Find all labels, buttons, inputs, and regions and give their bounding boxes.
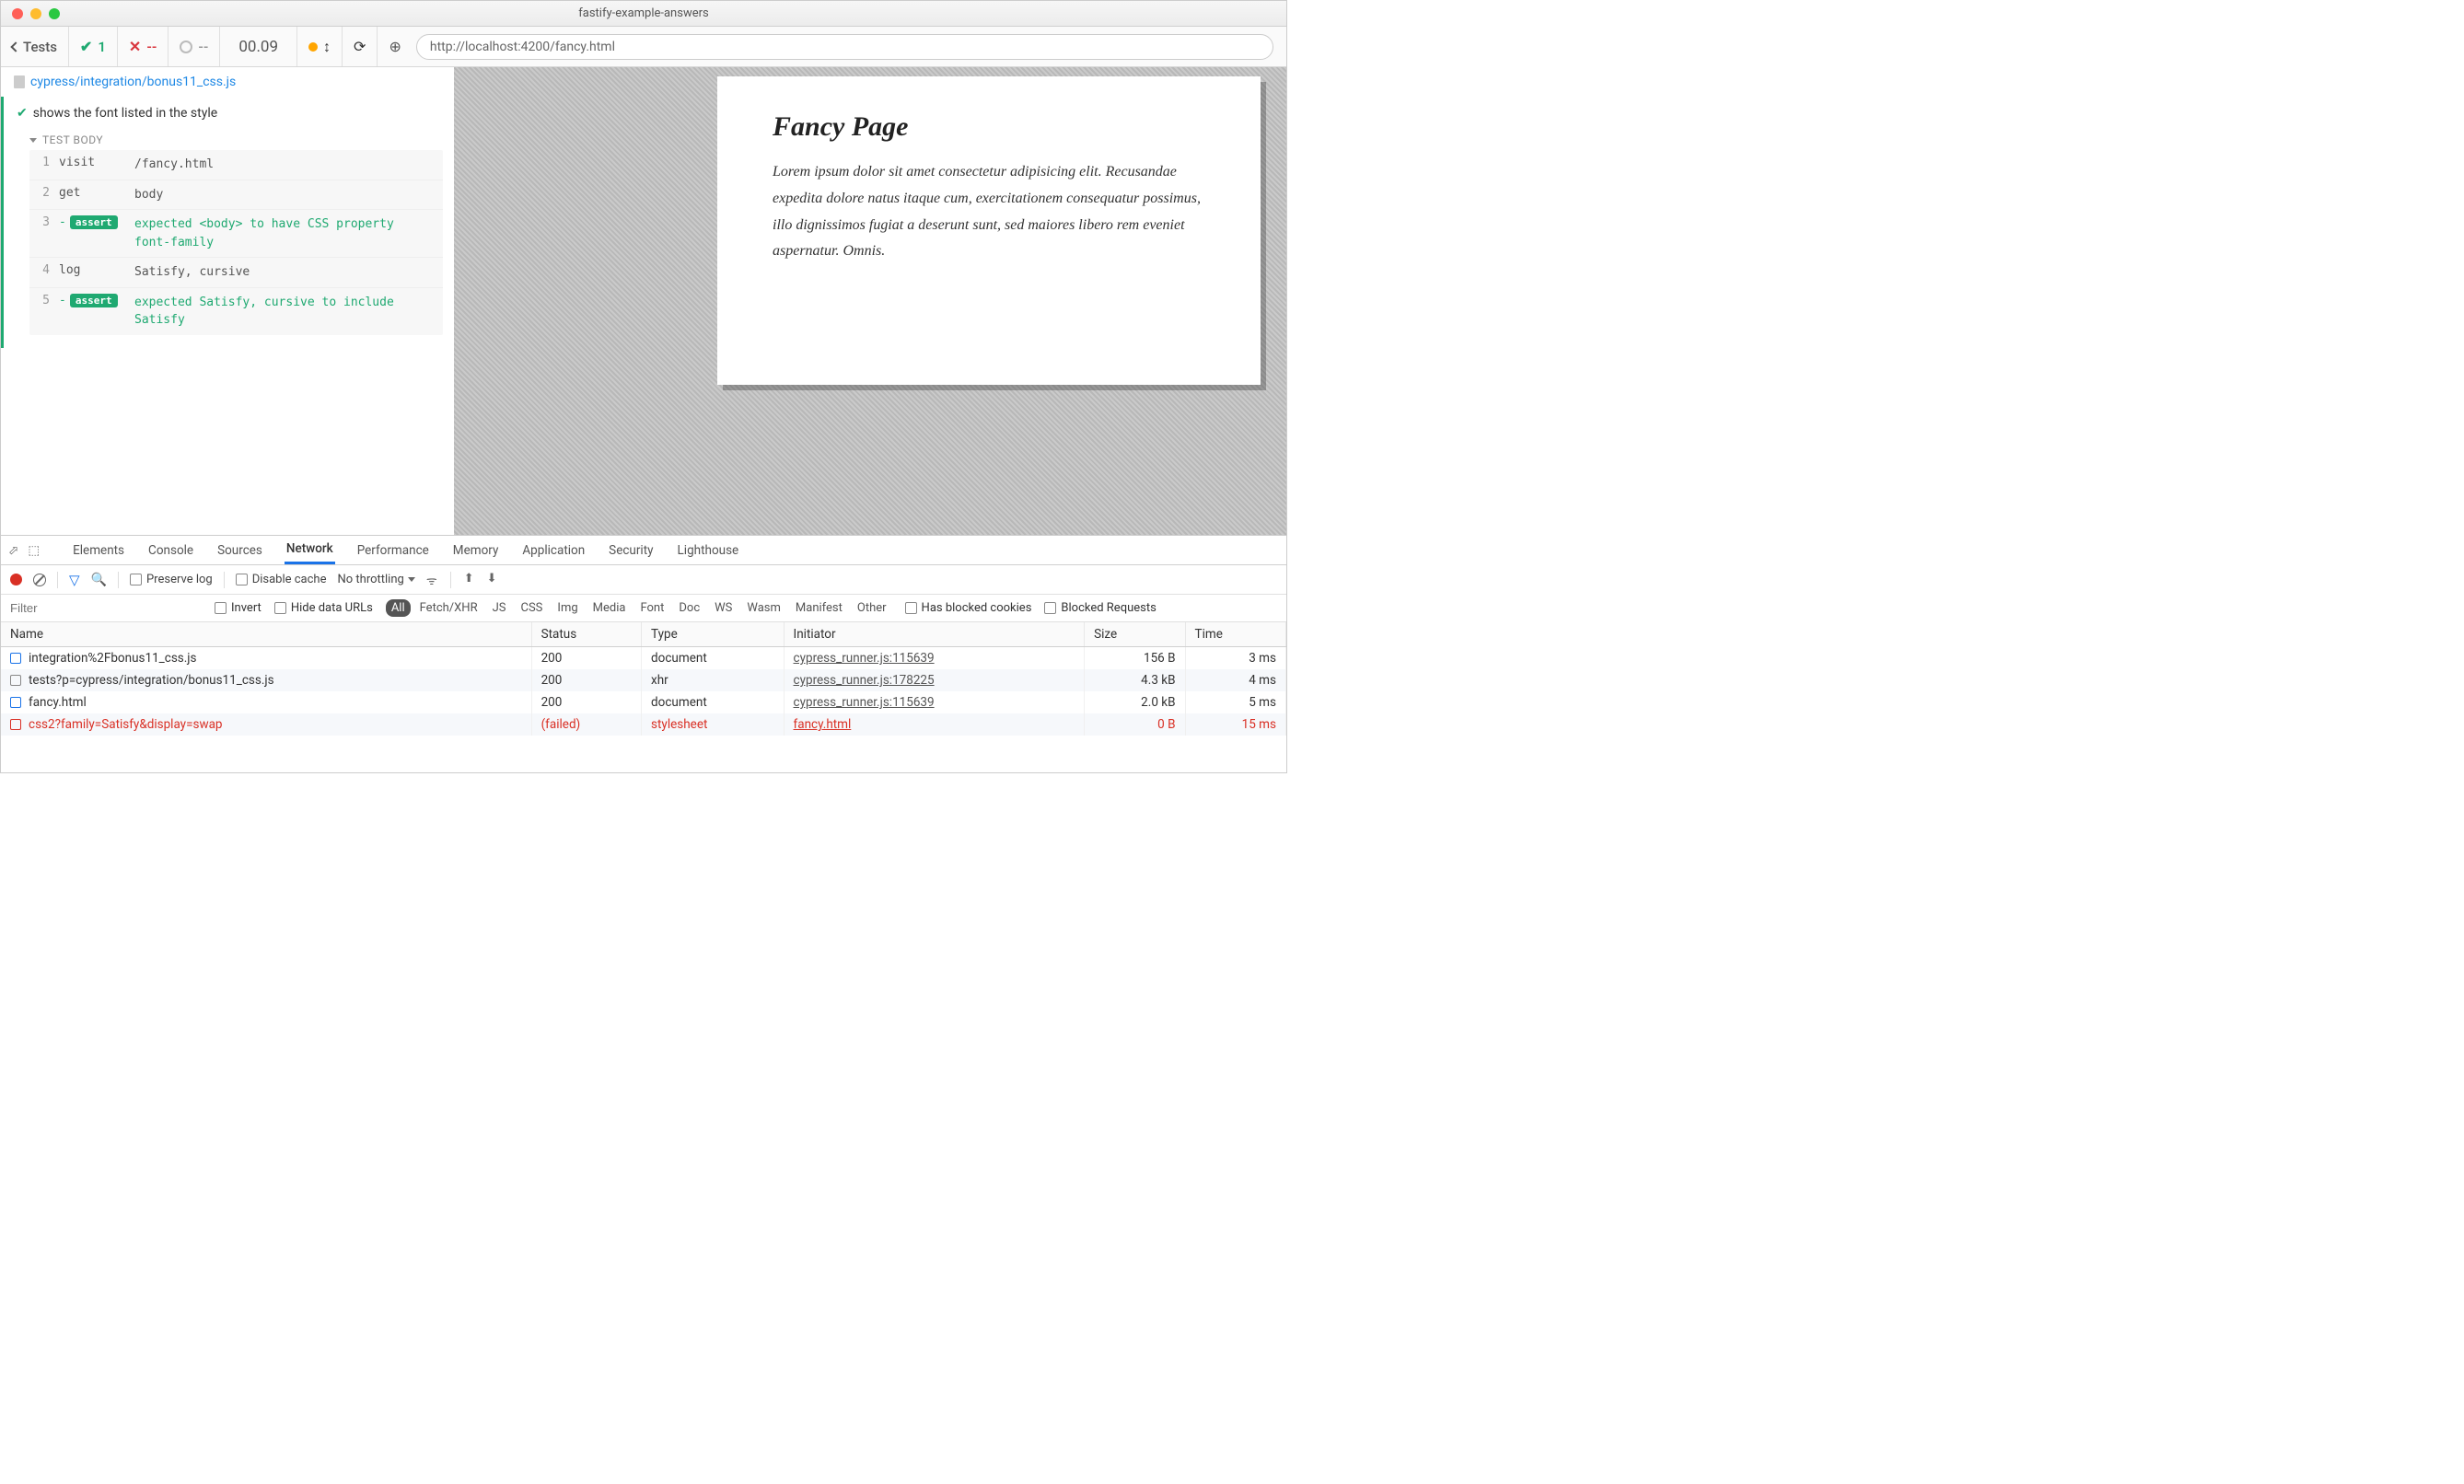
command-row[interactable]: 5-assertexpected Satisfy, cursive to inc… [29,288,443,335]
initiator-link[interactable]: cypress_runner.js:178225 [794,673,935,688]
preview-paragraph: Lorem ipsum dolor sit amet consectetur a… [773,159,1205,265]
app-preview-pane: Fancy Page Lorem ipsum dolor sit amet co… [454,67,1286,535]
back-to-tests-button[interactable]: Tests [12,39,57,55]
x-icon: ✕ [129,38,141,55]
hide-data-urls-checkbox[interactable]: Hide data URLs [274,601,373,615]
devtools-tab-application[interactable]: Application [520,536,587,564]
type-filter-doc[interactable]: Doc [673,599,705,617]
command-row[interactable]: 4logSatisfy, cursive [29,258,443,288]
type-filter-manifest[interactable]: Manifest [790,599,848,617]
type-filter-css[interactable]: CSS [516,599,549,617]
app-preview[interactable]: Fancy Page Lorem ipsum dolor sit amet co… [717,76,1261,385]
resource-icon [10,697,21,708]
devtools-tab-performance[interactable]: Performance [355,536,431,564]
command-log-pane: cypress/integration/bonus11_css.js ✔ sho… [1,67,454,535]
type-filter-img[interactable]: Img [552,599,583,617]
search-icon[interactable]: 🔍 [91,573,107,587]
type-filter-all[interactable]: All [386,599,411,617]
test-title[interactable]: ✔ shows the font listed in the style [4,102,454,130]
type-filter-wasm[interactable]: Wasm [741,599,786,617]
url-text: http://localhost:4200/fancy.html [430,40,615,54]
device-icon[interactable]: ⬚ [28,543,40,558]
test-body-label[interactable]: TEST BODY [4,130,454,150]
table-row[interactable]: integration%2Fbonus11_css.js200documentc… [1,647,1286,670]
inspect-icon[interactable]: ⬀ [8,543,18,558]
table-row[interactable]: tests?p=cypress/integration/bonus11_css.… [1,669,1286,691]
fail-count: ✕ -- [129,38,157,55]
file-icon [14,75,25,88]
type-filter-ws[interactable]: WS [709,599,738,617]
devtools-tab-console[interactable]: Console [146,536,195,564]
caret-down-icon [408,577,415,582]
spec-file-link[interactable]: cypress/integration/bonus11_css.js [1,67,454,97]
viewport-arrows-icon[interactable]: ↕ [323,38,331,56]
network-toolbar: ▽ 🔍 Preserve log Disable cache No thrott… [1,565,1286,595]
record-button[interactable] [10,574,22,585]
clear-button[interactable] [33,574,46,586]
network-conditions-icon[interactable]: ᯤ [426,572,437,588]
type-filter-font[interactable]: Font [634,599,669,617]
invert-checkbox[interactable]: Invert [215,601,262,615]
import-har-icon[interactable]: ⬆ [464,572,474,588]
url-bar[interactable]: http://localhost:4200/fancy.html [416,34,1273,60]
initiator-link[interactable]: cypress_runner.js:115639 [794,695,935,710]
window-title: fastify-example-answers [1,6,1286,20]
type-filter-fetch-xhr[interactable]: Fetch/XHR [414,599,483,617]
has-blocked-cookies-checkbox[interactable]: Has blocked cookies [905,601,1032,615]
preserve-log-checkbox[interactable]: Preserve log [130,573,213,586]
throttling-select[interactable]: No throttling [338,573,415,586]
type-filter-media[interactable]: Media [587,599,632,617]
caret-down-icon [29,138,37,143]
column-header[interactable]: Initiator [784,622,1085,647]
column-header[interactable]: Type [642,622,784,647]
initiator-link[interactable]: cypress_runner.js:115639 [794,651,935,666]
type-filter-js[interactable]: JS [487,599,512,617]
toolbar: Tests ✔ 1 ✕ -- -- 00.09 ↕ [1,27,1286,67]
devtools-tab-network[interactable]: Network [285,536,335,564]
devtools-tab-lighthouse[interactable]: Lighthouse [676,536,741,564]
devtools: ⬀ ⬚ Elements Console Sources Network Perform… [1,535,1286,772]
reload-button[interactable]: ⟳ [354,38,366,55]
network-filterbar: Invert Hide data URLs AllFetch/XHRJSCSSI… [1,595,1286,622]
resource-icon [10,653,21,664]
table-row[interactable]: fancy.html200documentcypress_runner.js:1… [1,691,1286,713]
pending-count: -- [180,39,208,55]
devtools-tab-elements[interactable]: Elements [71,536,126,564]
preview-heading: Fancy Page [773,111,1205,143]
selector-playground-button[interactable]: ⊕ [378,38,412,55]
network-table[interactable]: NameStatusTypeInitiatorSizeTime integrat… [1,622,1286,772]
export-har-icon[interactable]: ⬇ [487,572,497,588]
filter-toggle-icon[interactable]: ▽ [69,572,80,588]
type-filter-other[interactable]: Other [852,599,892,617]
command-row[interactable]: 1visit/fancy.html [29,150,443,180]
check-icon: ✔ [80,38,92,55]
titlebar: fastify-example-answers [1,1,1286,27]
test-block: ✔ shows the font listed in the style TES… [1,97,454,348]
back-label: Tests [23,39,57,55]
devtools-tabs: ⬀ ⬚ Elements Console Sources Network Perform… [1,536,1286,565]
column-header[interactable]: Time [1185,622,1285,647]
resource-icon [10,719,21,730]
disable-cache-checkbox[interactable]: Disable cache [236,573,327,586]
table-row[interactable]: css2?family=Satisfy&display=swap(failed)… [1,713,1286,736]
elapsed-time: 00.09 [231,38,285,56]
command-row[interactable]: 2getbody [29,180,443,211]
command-row[interactable]: 3-assertexpected <body> to have CSS prop… [29,210,443,258]
filter-input[interactable] [8,597,202,619]
column-header[interactable]: Name [1,622,531,647]
command-log: 1visit/fancy.html2getbody3-assertexpecte… [29,150,443,335]
devtools-tab-sources[interactable]: Sources [215,536,264,564]
resource-icon [10,675,21,686]
devtools-tab-memory[interactable]: Memory [451,536,501,564]
column-header[interactable]: Status [531,622,641,647]
column-header[interactable]: Size [1085,622,1185,647]
devtools-tab-security[interactable]: Security [607,536,655,564]
pass-count: ✔ 1 [80,38,106,55]
initiator-link[interactable]: fancy.html [794,717,852,732]
blocked-requests-checkbox[interactable]: Blocked Requests [1044,601,1156,615]
check-icon: ✔ [17,106,28,121]
circle-icon [180,41,192,53]
chevron-left-icon [10,41,20,52]
viewport-indicator-icon [308,42,318,52]
